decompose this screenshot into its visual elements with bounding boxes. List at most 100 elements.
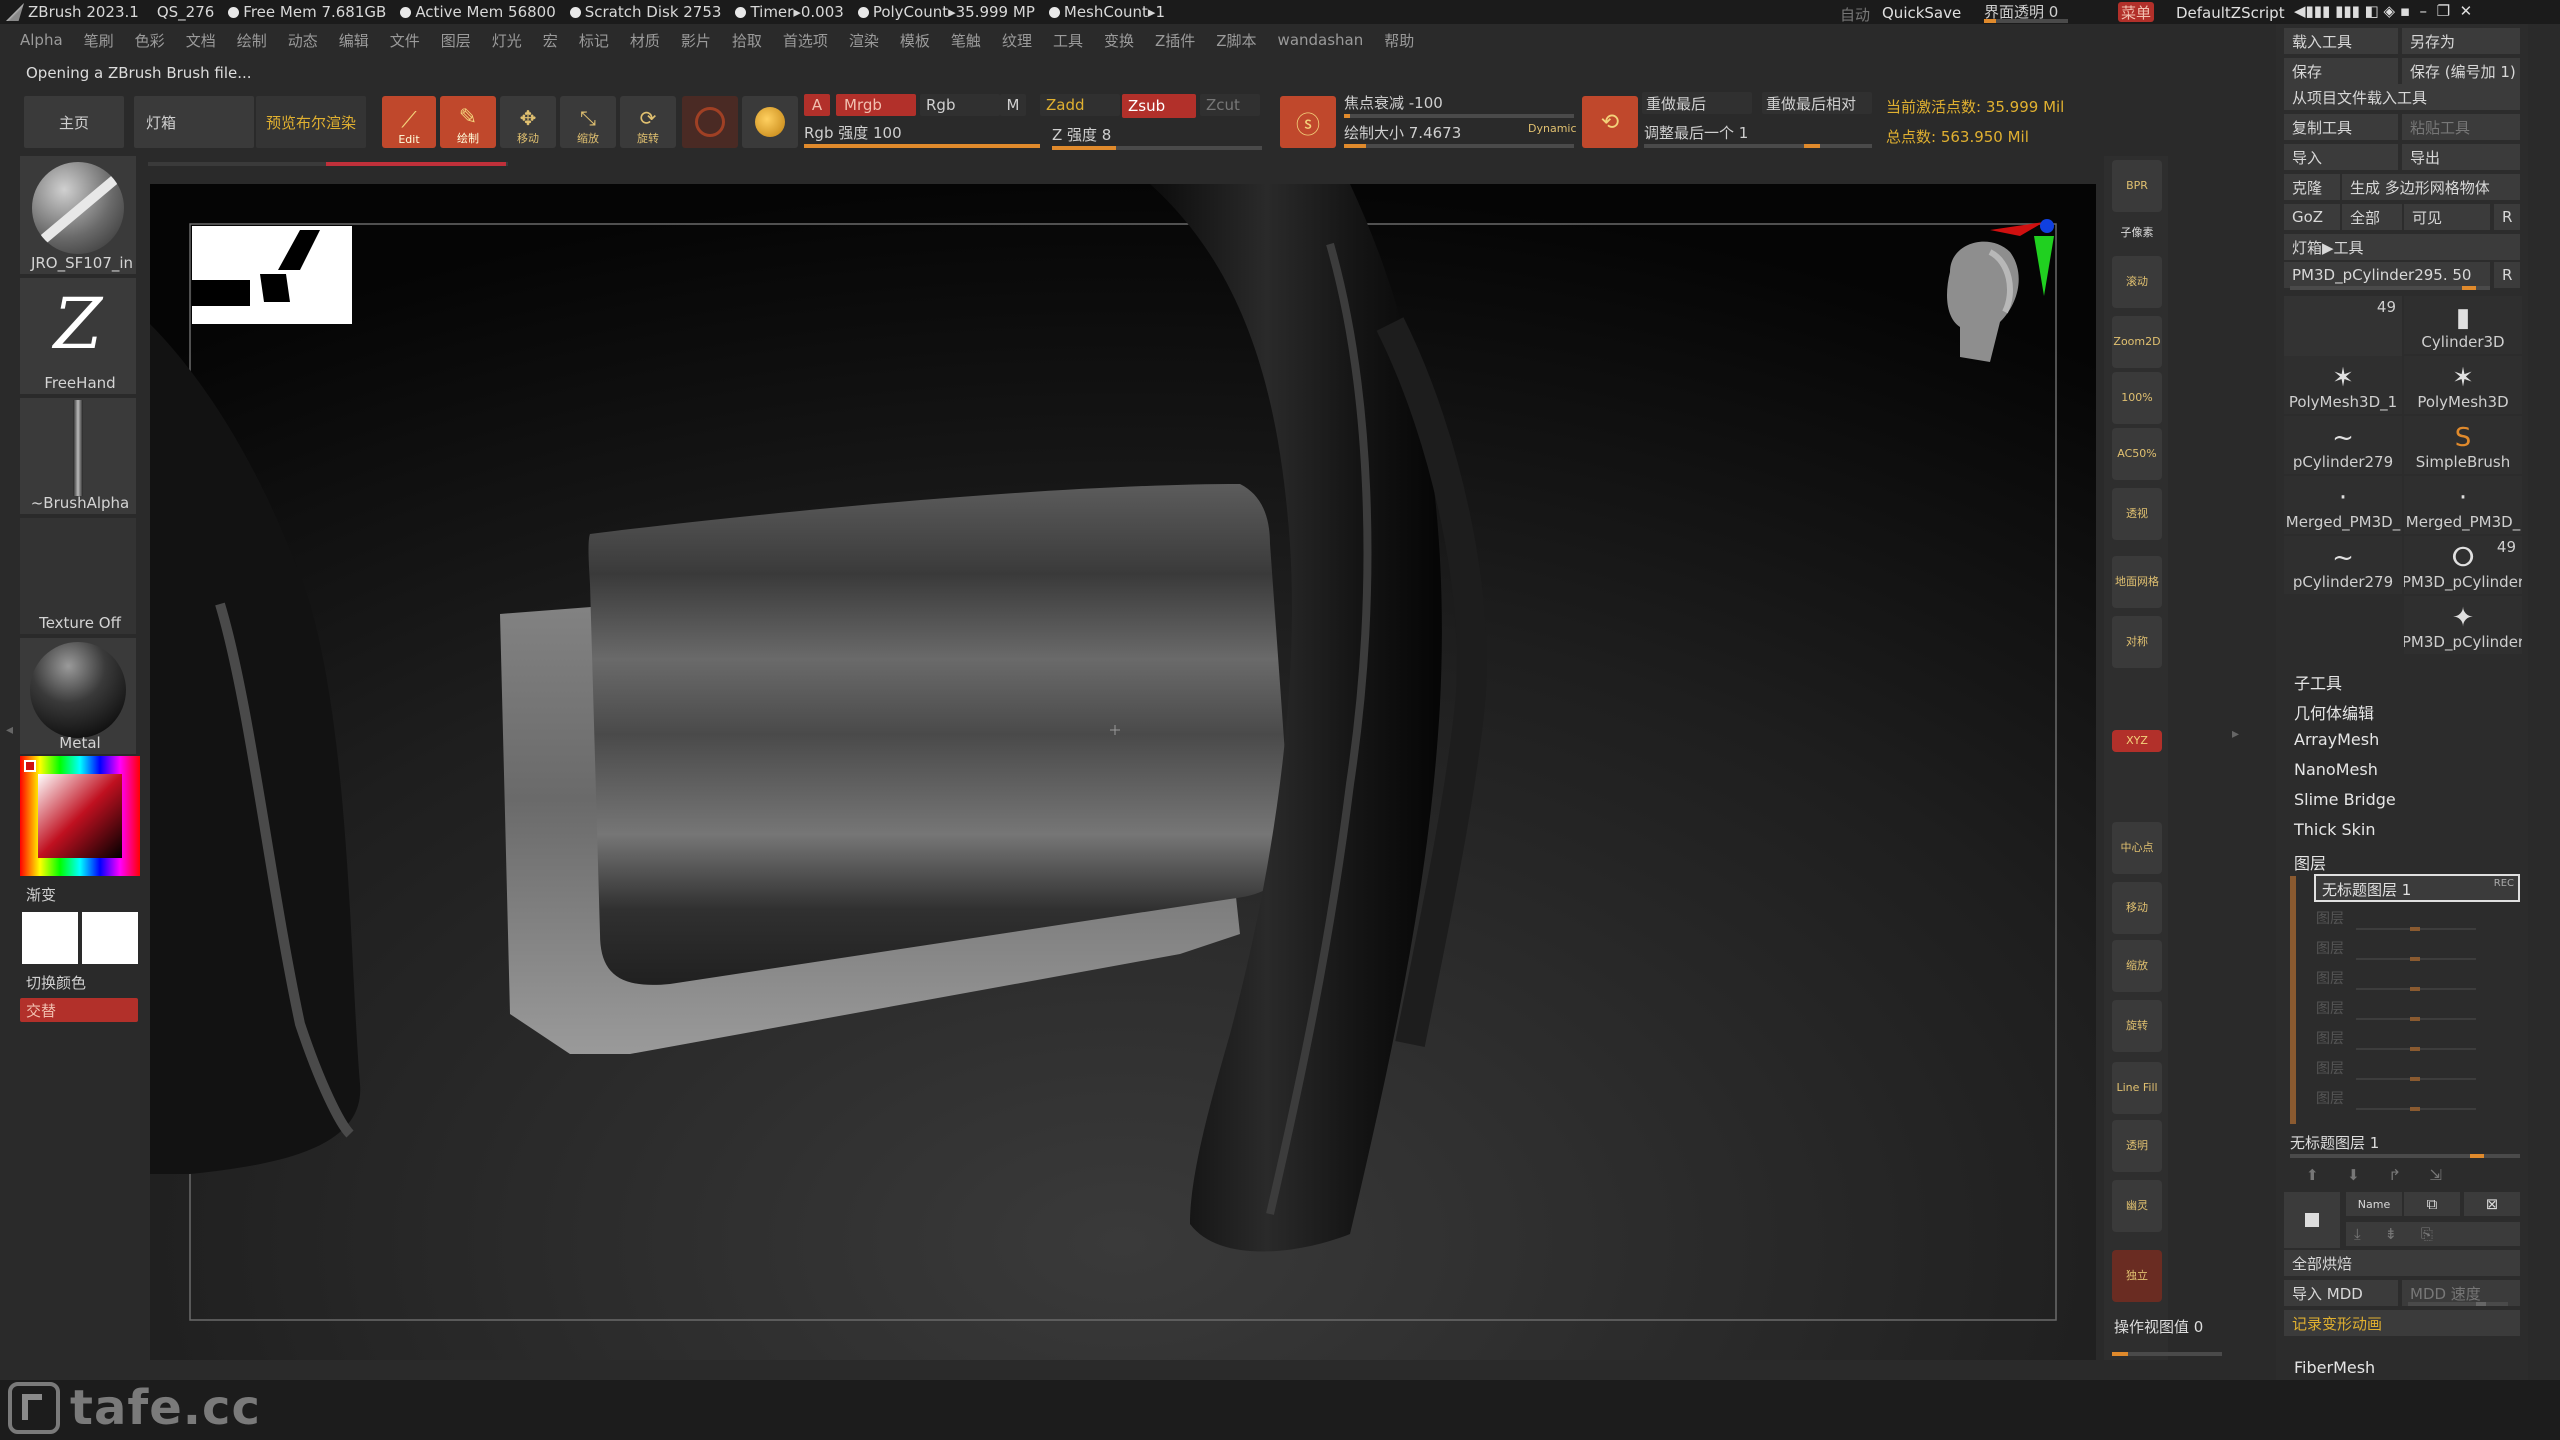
layer-delete-icon[interactable]: ⊠ [2464,1192,2520,1216]
goz-all-button[interactable]: 全部 [2342,204,2402,230]
tool-thumb-polymesh3d-1[interactable]: ✶ PolyMesh3D_1 [2284,356,2402,414]
fibermesh-section[interactable]: FiberMesh [2294,1358,2375,1377]
adjust-last-slider[interactable]: 调整最后一个 1 [1644,122,1872,148]
menu-item[interactable]: 文件 [390,30,420,51]
thickskin-section[interactable]: Thick Skin [2294,820,2376,839]
zadd-button[interactable]: Zadd [1040,94,1120,116]
arraymesh-section[interactable]: ArrayMesh [2294,730,2379,749]
left-collapse-icon[interactable]: ◂ [6,722,13,738]
ui-transparency-slider[interactable]: 界面透明 0 [1984,1,2068,23]
lightbox-button[interactable]: 灯箱 [134,96,254,148]
menu-item[interactable]: 工具 [1053,30,1083,51]
alternate-button[interactable]: 交替 [20,998,138,1022]
tool-thumb-pcylinder279[interactable]: ~ pCylinder279 [2284,536,2402,594]
layer-name-button[interactable]: Name [2346,1192,2402,1216]
layer-row[interactable]: 图层 [2316,1058,2516,1084]
menu-item[interactable]: 影片 [681,30,711,51]
geometry-section[interactable]: 几何体编辑 [2294,700,2374,724]
menu-item[interactable]: 编辑 [339,30,369,51]
menu-item[interactable]: 绘制 [237,30,267,51]
layer-row[interactable]: 图层 [2316,1028,2516,1054]
layer-move-up-icon[interactable]: ⬆ ⬇ ↱ ⇲ [2306,1166,2442,1184]
zcut-button[interactable]: Zcut [1200,94,1260,116]
menu-item[interactable]: 宏 [543,30,558,51]
switch-color-button[interactable]: 切换颜色 [26,972,86,993]
actual-size-button[interactable]: 100% [2112,372,2162,424]
bake-all-button[interactable]: 全部烘焙 [2284,1250,2520,1276]
tool-thumb-polymesh3d[interactable]: ✶ PolyMesh3D [2404,356,2522,414]
menu-item[interactable]: 笔刷 [84,30,114,51]
menu-item[interactable]: 动态 [288,30,318,51]
rec-icon[interactable]: REC [2494,878,2514,889]
redo-last-button[interactable]: 重做最后 [1642,92,1752,114]
sphere-brush-button[interactable] [682,96,738,148]
solo-button[interactable]: 独立 [2112,1250,2162,1302]
save-button[interactable]: 保存 [2284,58,2398,84]
menu-item[interactable]: 材质 [630,30,660,51]
edit-mode-button[interactable]: ⟋ Edit [382,96,436,148]
lightbox-tool-button[interactable]: 灯箱▶工具 [2284,234,2520,260]
symmetry-button[interactable]: 对称 [2112,616,2162,668]
gyro-button[interactable] [742,96,798,148]
layers-section[interactable]: 图层 [2294,850,2326,874]
tool-thumb-pcylinder279[interactable]: ~ pCylinder279 [2284,416,2402,474]
menu-item[interactable]: 帮助 [1384,30,1414,51]
tool-thumb-simplebrush[interactable]: S SimpleBrush [2404,416,2522,474]
bpr-button[interactable]: BPR [2112,160,2162,212]
menu-item[interactable]: 首选项 [783,30,828,51]
move-mode-button[interactable]: ✥ 移动 [500,96,556,148]
pivot-button[interactable]: 中心点 [2112,822,2162,874]
current-tool-r-button[interactable]: R [2494,262,2520,288]
focal-shift-slider[interactable]: 焦点衰减 -100 [1344,92,1574,118]
zsub-button[interactable]: Zsub [1122,94,1196,118]
move-view-button[interactable]: 移动 [2112,882,2162,934]
export-button[interactable]: 导出 [2402,144,2520,170]
menu-item[interactable]: Z脚本 [1216,30,1256,51]
floor-grid-button[interactable]: 地面网格 [2112,556,2162,608]
menu-item[interactable]: 标记 [579,30,609,51]
load-from-project-button[interactable]: 从项目文件载入工具 [2284,84,2520,110]
scale-mode-button[interactable]: ⤡ 缩放 [560,96,616,148]
rgb-intensity-slider[interactable]: Rgb 强度 100 [804,122,1040,148]
layer-merge-icons[interactable]: ⤓ ⇟ ⎘ [2346,1222,2520,1246]
menu-item[interactable]: 文档 [186,30,216,51]
rgb-button[interactable]: Rgb [920,94,1000,116]
bpr-render-button[interactable]: 预览布尔渲染 [256,96,366,148]
import-mdd-button[interactable]: 导入 MDD [2284,1280,2398,1306]
home-button[interactable]: 主页 [24,96,124,148]
layer-row[interactable]: 图层 [2316,968,2516,994]
subpixel-button[interactable]: 子像素 [2112,220,2162,246]
goz-r-button[interactable]: R [2494,204,2520,230]
dynamic-button[interactable]: Dynamic [1528,122,1577,135]
window-controls-icon[interactable]: ◀▮▮▮ ▮▮▮ ◧ ◈ ▪ – ❐ ✕ [2294,2,2472,20]
layer-scroll-bar[interactable] [2290,876,2296,1124]
layer-row[interactable]: 图层 [2316,908,2516,934]
main-color-swatch[interactable] [22,912,78,964]
menu-item[interactable]: 笔触 [951,30,981,51]
import-button[interactable]: 导入 [2284,144,2398,170]
current-tool-slider[interactable]: PM3D_pCylinder295. 50 [2284,262,2490,288]
line-fill-button[interactable]: Line Fill [2112,1062,2162,1114]
scroll-button[interactable]: 滚动 [2112,256,2162,308]
save-increment-button[interactable]: 保存 (编号加 1) [2402,58,2520,84]
slimebridge-section[interactable]: Slime Bridge [2294,790,2396,809]
save-as-button[interactable]: 另存为 [2402,28,2520,54]
tool-thumb-pm3d-pcylinder[interactable]: ✦ PM3D_pCylinder [2404,596,2522,654]
tool-thumb-merged-pm3d-[interactable]: · Merged_PM3D_ [2404,476,2522,534]
menu-toggle-button[interactable]: 菜单 [2118,2,2154,22]
make-polymesh-button[interactable]: 生成 多边形网格物体 [2342,174,2520,200]
viewport-value-track[interactable] [2112,1352,2222,1356]
menu-item[interactable]: 拾取 [732,30,762,51]
mrgb-button[interactable]: Mrgb [836,94,916,116]
rotate-mode-button[interactable]: ⟳ 旋转 [620,96,676,148]
active-layer-row[interactable]: 无标题图层 1 REC [2314,874,2520,902]
draw-mode-button[interactable]: ✎ 绘制 [440,96,496,148]
a-button[interactable]: A [804,94,830,116]
menu-item[interactable]: 纹理 [1002,30,1032,51]
menu-item[interactable]: 灯光 [492,30,522,51]
load-tool-button[interactable]: 载入工具 [2284,28,2398,54]
nanomesh-section[interactable]: NanoMesh [2294,760,2378,779]
rotate-view-button[interactable]: 旋转 [2112,1000,2162,1052]
goz-visible-button[interactable]: 可见 [2404,204,2490,230]
tool-thumb-pm3d-pcylinder[interactable]: ⵔPM3D_pCylinder 49 [2404,536,2522,594]
